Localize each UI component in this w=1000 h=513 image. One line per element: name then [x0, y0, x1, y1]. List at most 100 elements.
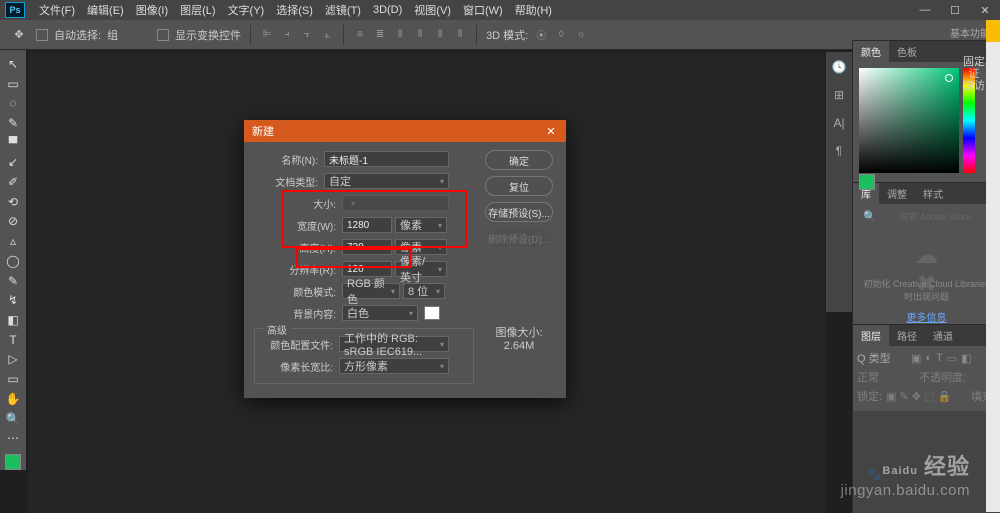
tool-more[interactable]: ⋯ [2, 428, 24, 448]
library-more-link[interactable]: 更多信息 [907, 309, 947, 324]
tool-crop[interactable]: ▀ [2, 133, 24, 153]
profile-dropdown[interactable]: 工作中的 RGB: sRGB IEC619... [339, 336, 449, 352]
filter-type-icon[interactable]: T [936, 352, 943, 365]
tab-paths[interactable]: 路径 [889, 325, 925, 346]
menu-view[interactable]: 视图(V) [408, 2, 457, 18]
threeD-label: 3D 模式: [486, 27, 528, 43]
os-tab-icon [986, 20, 1000, 42]
threeD-icon[interactable]: ◊ [554, 27, 568, 43]
tool-history[interactable]: ▵ [2, 231, 24, 251]
show-controls-checkbox[interactable] [157, 29, 169, 41]
color-mode-dropdown[interactable]: RGB 颜色 [342, 283, 400, 299]
menu-window[interactable]: 窗口(W) [457, 2, 509, 18]
background-dropdown[interactable]: 白色 [342, 305, 418, 321]
preset-dropdown[interactable]: 自定 [324, 173, 449, 189]
tool-eyedropper[interactable]: ↙ [2, 153, 24, 173]
delete-preset-button: 删除预设(D)... [485, 228, 553, 248]
tool-zoom[interactable]: 🔍 [2, 409, 24, 429]
tool-move[interactable]: ↖ [2, 54, 24, 74]
size-dropdown[interactable] [342, 195, 449, 211]
tool-wand[interactable]: ✎ [2, 113, 24, 133]
history-icon[interactable]: 🕓 [829, 58, 849, 76]
current-color-swatch[interactable] [859, 174, 875, 190]
tool-hand[interactable]: ✋ [2, 389, 24, 409]
save-preset-button[interactable]: 存储预设(S)... [485, 202, 553, 222]
lock-icons[interactable]: ▣ ✎ ✥ ⬚ 🔒 [886, 390, 951, 403]
minimize-button[interactable]: — [910, 0, 940, 20]
menu-help[interactable]: 帮助(H) [509, 2, 558, 18]
align-icon[interactable]: ⊫ [260, 27, 274, 43]
menu-layer[interactable]: 图层(L) [174, 2, 221, 18]
distribute-icon[interactable]: ⦀ [393, 27, 407, 43]
threeD-icon[interactable]: ⦿ [534, 27, 548, 43]
filter-adjust-icon[interactable]: ◐ [925, 352, 932, 365]
align-icon[interactable]: ⫠ [320, 27, 334, 43]
menu-type[interactable]: 文字(Y) [222, 2, 271, 18]
aspect-dropdown[interactable]: 方形像素 [339, 358, 449, 374]
tool-heal[interactable]: ✐ [2, 172, 24, 192]
auto-select-dropdown[interactable]: 组 [107, 27, 151, 43]
tab-channels[interactable]: 通道 [925, 325, 961, 346]
menu-3d[interactable]: 3D(D) [367, 4, 408, 16]
bg-swatch[interactable] [424, 306, 440, 320]
right-panel-column: 颜色 色板 库 调整 样式 🔍 搜索 Adobe Stock ☁✖ 初始化 Cr… [852, 40, 1000, 513]
tool-gradient[interactable]: ✎ [2, 271, 24, 291]
advanced-fieldset: 高级 颜色配置文件: 工作中的 RGB: sRGB IEC619... 像素长宽… [254, 328, 474, 384]
align-icon[interactable]: ⫞ [280, 27, 294, 43]
menu-file[interactable]: 文件(F) [33, 2, 81, 18]
height-label: 高度(H): [254, 240, 342, 255]
bit-depth-dropdown[interactable]: 8 位 [403, 283, 445, 299]
maximize-button[interactable]: ☐ [940, 0, 970, 20]
menu-select[interactable]: 选择(S) [270, 2, 319, 18]
filter-shape-icon[interactable]: ▭ [947, 352, 957, 365]
auto-select-checkbox[interactable] [36, 29, 48, 41]
resolution-unit-dropdown[interactable]: 像素/英寸 [395, 261, 447, 277]
color-field[interactable] [859, 68, 959, 173]
library-search-placeholder[interactable]: 搜索 Adobe Stock [881, 210, 990, 223]
filter-pixel-icon[interactable]: ▣ [911, 352, 921, 365]
tool-stamp[interactable]: ⊘ [2, 212, 24, 232]
close-window-button[interactable]: ✕ [970, 0, 1000, 20]
ok-button[interactable]: 确定 [485, 150, 553, 170]
distribute-icon[interactable]: ⦀ [413, 27, 427, 43]
tool-path[interactable]: ▷ [2, 350, 24, 370]
tab-swatches[interactable]: 色板 [889, 41, 925, 62]
tab-styles[interactable]: 样式 [915, 183, 951, 204]
menu-filter[interactable]: 滤镜(T) [319, 2, 367, 18]
character-icon[interactable]: A| [829, 114, 849, 132]
tool-marquee[interactable]: ▭ [2, 74, 24, 94]
menu-image[interactable]: 图像(I) [130, 2, 174, 18]
name-input[interactable] [324, 151, 449, 167]
distribute-icon[interactable]: ⦀ [433, 27, 447, 43]
tool-blur[interactable]: ↯ [2, 290, 24, 310]
filter-smart-icon[interactable]: ◧ [961, 352, 971, 365]
paragraph-icon[interactable]: ¶ [829, 142, 849, 160]
height-input[interactable] [342, 239, 392, 255]
tool-type[interactable]: T [2, 330, 24, 350]
dialog-close-button[interactable]: ✕ [544, 125, 558, 138]
threeD-icon[interactable]: ☼ [574, 27, 588, 43]
tool-shape[interactable]: ▭ [2, 369, 24, 389]
distribute-icon[interactable]: ≣ [373, 27, 387, 43]
size-label: 大小: [254, 196, 342, 211]
tool-brush[interactable]: ⟲ [2, 192, 24, 212]
width-input[interactable] [342, 217, 392, 233]
tab-adjustments[interactable]: 调整 [879, 183, 915, 204]
properties-icon[interactable]: ⊞ [829, 86, 849, 104]
tool-eraser[interactable]: ◯ [2, 251, 24, 271]
layer-filter-kind[interactable]: Q 类型 [857, 350, 907, 366]
menu-edit[interactable]: 编辑(E) [81, 2, 130, 18]
tab-layers[interactable]: 图层 [853, 325, 889, 346]
width-unit-dropdown[interactable]: 像素 [395, 217, 447, 233]
tool-lasso[interactable]: ◌ [2, 93, 24, 113]
name-label: 名称(N): [254, 152, 324, 167]
align-icon[interactable]: ⫟ [300, 27, 314, 43]
tool-dodge[interactable]: ◧ [2, 310, 24, 330]
blend-mode-dropdown[interactable]: 正常 [857, 369, 915, 385]
tools-panel: ↖ ▭ ◌ ✎ ▀ ↙ ✐ ⟲ ⊘ ▵ ◯ ✎ ↯ ◧ T ▷ ▭ ✋ 🔍 ⋯ [0, 50, 26, 470]
foreground-swatch[interactable] [5, 454, 21, 470]
distribute-icon[interactable]: ⦀ [453, 27, 467, 43]
distribute-icon[interactable]: ≡ [353, 27, 367, 43]
cancel-button[interactable]: 复位 [485, 176, 553, 196]
tab-color[interactable]: 颜色 [853, 41, 889, 62]
